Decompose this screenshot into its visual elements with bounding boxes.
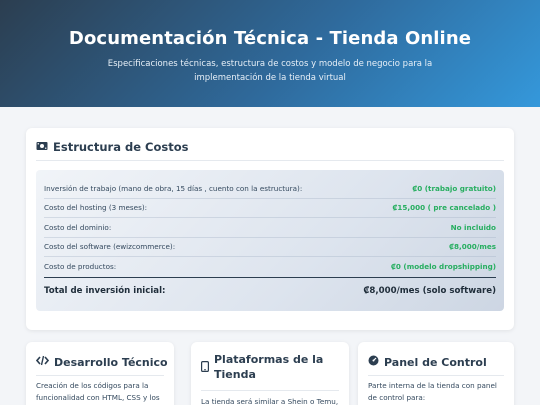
control-panel-card: Panel de Control Parte interna de la tie… — [358, 342, 514, 405]
costs-card: Estructura de Costos Inversión de trabaj… — [26, 128, 514, 330]
cost-value: ₡0 (modelo dropshipping) — [390, 262, 496, 272]
cost-label: Costo del hosting (3 meses): — [44, 203, 148, 213]
total-label: Total de inversión inicial: — [44, 285, 166, 296]
page-header: Documentación Técnica - Tienda Online Es… — [0, 0, 540, 107]
cost-value: No incluido — [450, 222, 496, 232]
cost-row: Costo del dominio: No incluido — [44, 218, 496, 238]
code-icon — [35, 355, 50, 370]
money-icon — [36, 140, 48, 154]
divider — [36, 375, 164, 376]
cost-row: Costo del software (ewizcommerce): ₡8,00… — [44, 238, 496, 257]
dev-card: Desarrollo Técnico Creación de los códig… — [26, 342, 174, 405]
costs-table: Inversión de trabajo (mano de obra, 15 d… — [36, 170, 504, 311]
dashboard-icon — [368, 355, 379, 370]
cost-label: Inversión de trabajo (mano de obra, 15 d… — [44, 183, 303, 193]
platforms-title-line2: Tienda — [214, 368, 256, 381]
platforms-title-line1: Plataformas de la — [214, 353, 324, 366]
control-panel-title-text: Panel de Control — [384, 356, 487, 369]
divider — [201, 390, 339, 391]
cost-label: Costo del dominio: — [44, 222, 112, 232]
divider — [368, 375, 504, 376]
platforms-card-title: Plataformas de la Tienda — [201, 352, 323, 382]
total-row: Total de inversión inicial: ₡8,000/mes (… — [44, 277, 496, 303]
dev-card-text: Creación de los códigos para la funciona… — [36, 381, 160, 402]
cost-value: ₡0 (trabajo gratuito) — [412, 183, 496, 193]
page-title: Documentación Técnica - Tienda Online — [68, 28, 472, 49]
dev-card-title: Desarrollo Técnico — [35, 355, 168, 370]
platforms-card: Plataformas de la Tienda La tienda será … — [191, 342, 349, 405]
control-panel-text: Parte interna de la tienda con panel de … — [368, 381, 497, 402]
costs-title-text: Estructura de Costos — [53, 140, 189, 154]
cost-label: Costo del software (ewizcommerce): — [44, 242, 176, 252]
cost-value: ₡15,000 ( pre cancelado ) — [392, 203, 496, 213]
cost-row: Costo del hosting (3 meses): ₡15,000 ( p… — [44, 199, 496, 218]
cost-row: Costo de productos: ₡0 (modelo dropshipp… — [44, 257, 496, 277]
mobile-icon — [201, 361, 210, 376]
total-value: ₡8,000/mes (solo software) — [363, 285, 496, 296]
cost-label: Costo de productos: — [44, 262, 117, 272]
dev-card-title-text: Desarrollo Técnico — [54, 356, 168, 369]
costs-title: Estructura de Costos — [36, 140, 188, 154]
divider — [36, 160, 504, 161]
page-subtitle: Especificaciones técnicas, estructura de… — [107, 59, 433, 83]
platforms-card-text: La tienda será similar a Shein o Temu, — [201, 397, 339, 405]
cost-value: ₡8,000/mes — [448, 242, 496, 252]
control-panel-title: Panel de Control — [368, 355, 487, 370]
cost-row: Inversión de trabajo (mano de obra, 15 d… — [44, 179, 496, 199]
